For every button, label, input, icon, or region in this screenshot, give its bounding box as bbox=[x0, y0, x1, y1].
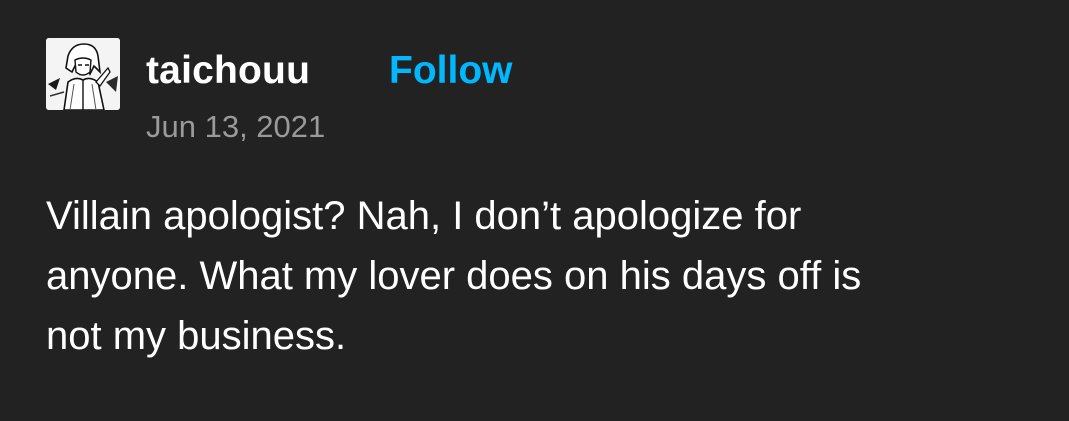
post-body-line: Villain apologist? Nah, I don’t apologiz… bbox=[46, 194, 802, 238]
post-body-line: not my business. bbox=[46, 314, 347, 358]
post-body-line: anyone. What my lover does on his days o… bbox=[46, 254, 862, 298]
user-avatar[interactable] bbox=[46, 38, 120, 110]
follow-button[interactable]: Follow bbox=[389, 48, 512, 94]
post-card: taichouu Follow Jun 13, 2021 Villain apo… bbox=[0, 0, 1069, 421]
username-link[interactable]: taichouu bbox=[146, 48, 310, 94]
post-body: Villain apologist? Nah, I don’t apologiz… bbox=[46, 186, 1046, 366]
post-date: Jun 13, 2021 bbox=[146, 109, 326, 144]
manga-character-avatar-icon bbox=[46, 38, 120, 110]
